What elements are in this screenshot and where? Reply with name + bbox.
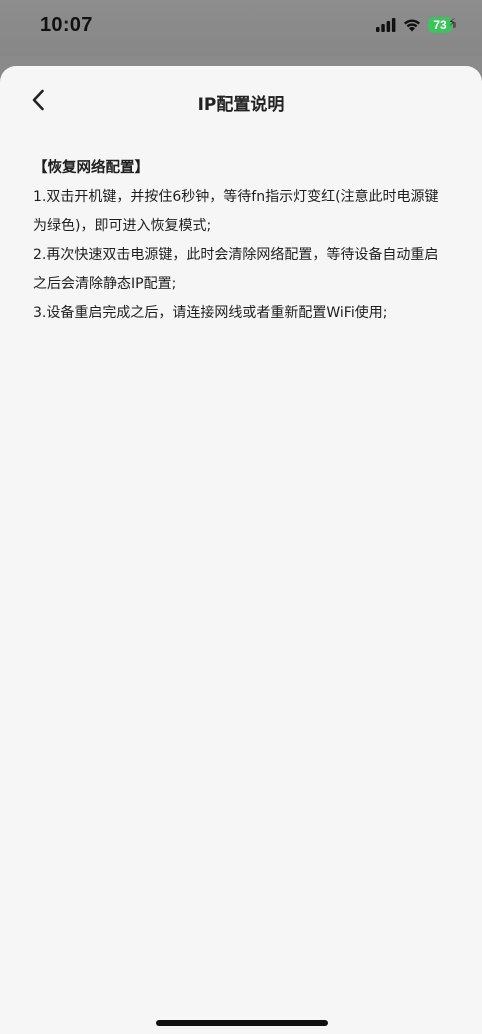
page-title: IP配置说明 [197,95,285,115]
instructions-content: 【恢复网络配置】 1.双击开机键，并按住6秒钟，等待fn指示灯变红(注意此时电源… [33,154,452,328]
instruction-step-2: 2.再次快速双击电源键，此时会清除网络配置，等待设备自动重启之后会清除静态IP配… [33,247,439,292]
home-indicator[interactable] [156,1020,328,1026]
charging-bolt-icon: ⚡ [448,16,456,29]
modal-sheet: IP配置说明 【恢复网络配置】 1.双击开机键，并按住6秒钟，等待fn指示灯变红… [0,66,482,1034]
battery-icon: 73 ⚡ [428,16,458,33]
status-bar: 10:07 73 ⚡ [0,0,482,56]
nav-bar: IP配置说明 [0,66,482,138]
cellular-signal-icon [376,17,396,32]
instruction-step-1: 1.双击开机键，并按住6秒钟，等待fn指示灯变红(注意此时电源键为绿色)，即可进… [33,189,439,234]
section-heading: 【恢复网络配置】 [33,160,149,176]
status-time: 10:07 [40,14,93,36]
instruction-step-3: 3.设备重启完成之后，请连接网线或者重新配置WiFi使用; [33,305,388,321]
status-icons: 73 ⚡ [376,16,458,33]
wifi-icon [404,19,420,32]
